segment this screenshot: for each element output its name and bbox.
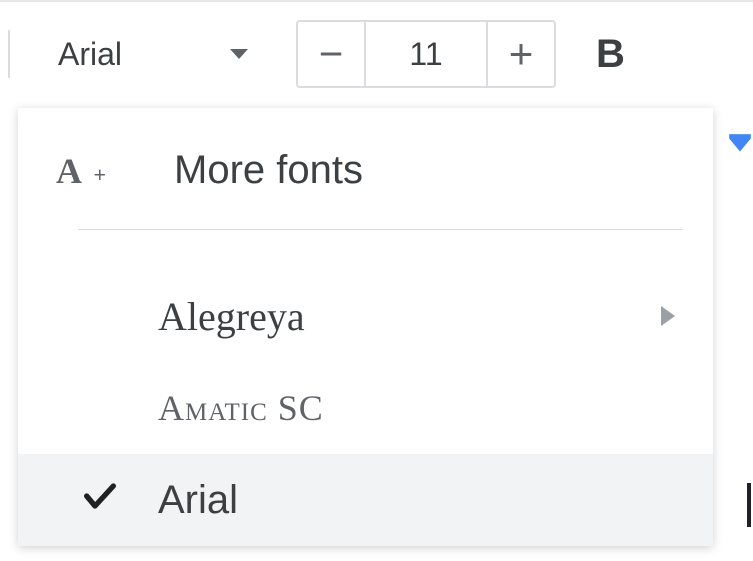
more-fonts-label: More fonts — [174, 148, 363, 193]
paint-format-indicator-icon — [727, 132, 753, 158]
bold-icon: B — [596, 32, 625, 76]
chevron-down-icon — [230, 49, 248, 59]
more-fonts-item[interactable]: A+ More fonts — [18, 108, 713, 229]
chevron-right-icon — [661, 306, 675, 326]
font-item-arial[interactable]: Arial — [18, 454, 713, 546]
font-item-amatic-sc[interactable]: Amatic SC — [18, 362, 713, 454]
font-family-label: Arial — [58, 36, 122, 73]
text-cursor — [747, 483, 751, 527]
more-fonts-icon: A+ — [56, 150, 114, 192]
font-family-selector[interactable]: Arial — [18, 28, 268, 81]
increase-font-size-button[interactable]: + — [486, 22, 554, 86]
font-item-label: Alegreya — [158, 293, 305, 340]
toolbar: Arial − + B — [0, 2, 753, 106]
bold-button[interactable]: B — [588, 26, 633, 83]
font-dropdown-panel: A+ More fonts Alegreya Amatic SC Arial — [18, 108, 713, 546]
decrease-font-size-button[interactable]: − — [298, 22, 366, 86]
font-size-input[interactable] — [366, 22, 486, 86]
check-icon — [80, 476, 120, 525]
font-item-label: Amatic SC — [158, 387, 324, 429]
minus-icon: − — [319, 30, 344, 78]
font-item-alegreya[interactable]: Alegreya — [18, 270, 713, 362]
toolbar-divider — [8, 30, 10, 78]
font-size-group: − + — [296, 20, 556, 88]
font-item-label: Arial — [158, 478, 238, 523]
plus-icon: + — [509, 30, 534, 78]
